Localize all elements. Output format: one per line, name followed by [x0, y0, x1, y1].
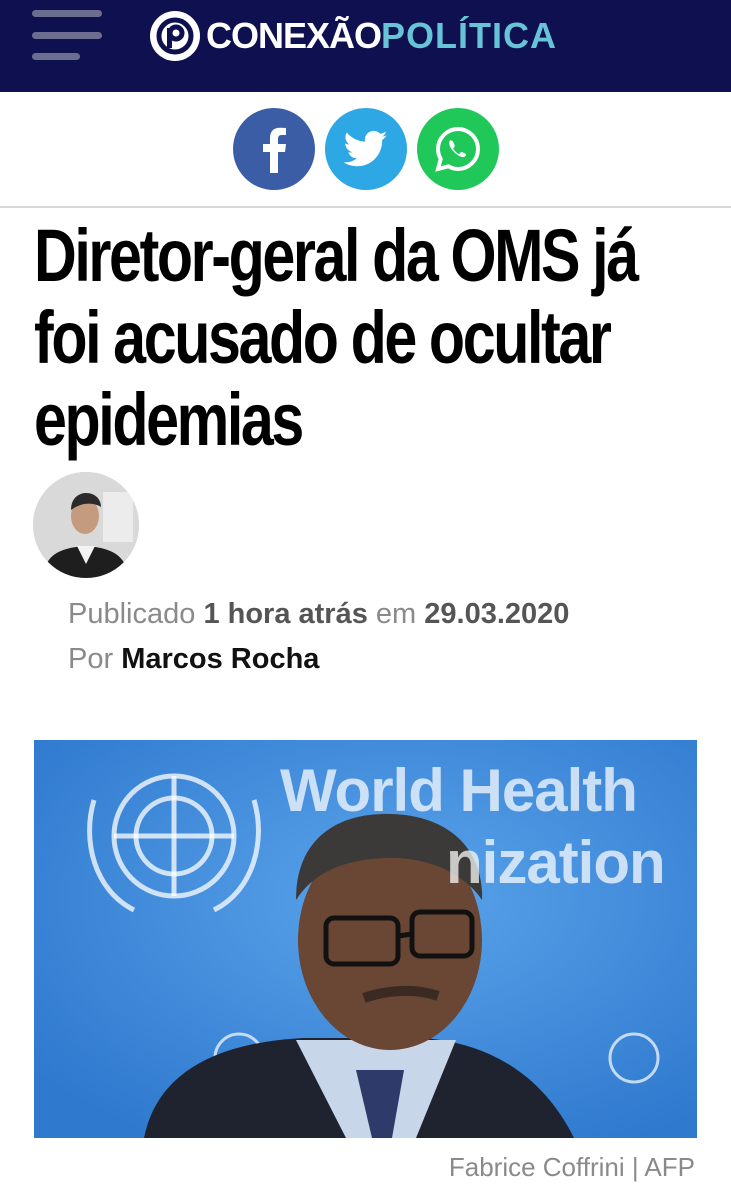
site-logo[interactable]: CONEXÃO POLÍTICA [150, 8, 557, 64]
hero-image[interactable]: World Health nization [34, 740, 697, 1138]
logo-text-secondary: POLÍTICA [381, 15, 558, 56]
hero-sign-line-1: World Health [280, 757, 638, 824]
share-bar [0, 92, 731, 208]
publish-info: Publicado 1 hora atrás em 29.03.2020 [68, 592, 569, 637]
whatsapp-icon [434, 126, 480, 172]
logo-icon [150, 11, 200, 61]
menu-icon[interactable] [32, 10, 106, 60]
twitter-share-button[interactable] [324, 108, 407, 190]
whatsapp-share-button[interactable] [416, 108, 499, 190]
byline: Por Marcos Rocha [68, 637, 569, 682]
facebook-share-button[interactable] [232, 108, 315, 190]
author-link[interactable]: Marcos Rocha [121, 643, 319, 675]
published-on-label: em [375, 598, 417, 630]
facebook-icon [262, 127, 286, 173]
by-label: Por [68, 643, 114, 675]
published-label: Publicado [68, 598, 196, 630]
author-avatar[interactable] [33, 472, 139, 578]
published-date: 29.03.2020 [424, 598, 570, 630]
hero-sign-line-2: nization [446, 829, 666, 896]
image-caption: Fabrice Coffrini | AFP [448, 1152, 695, 1182]
logo-text-primary: CONEXÃO [206, 15, 382, 56]
published-relative: 1 hora atrás [203, 598, 368, 630]
article-meta: Publicado 1 hora atrás em 29.03.2020 Por… [68, 592, 569, 682]
site-header: CONEXÃO POLÍTICA [0, 0, 731, 92]
article-headline: Diretor-geral da OMS já foi acusado de o… [34, 214, 639, 461]
twitter-icon [343, 130, 387, 167]
